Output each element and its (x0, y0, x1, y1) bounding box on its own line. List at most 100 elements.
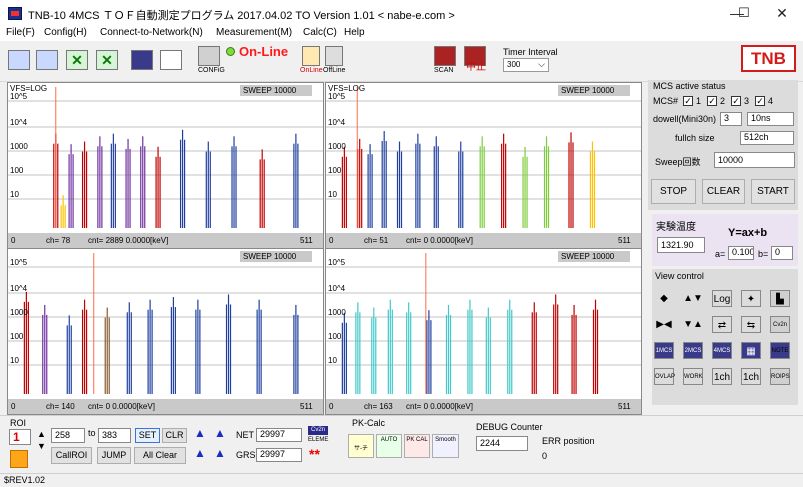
y-axis-label: 10 (10, 356, 19, 365)
status-bar: $REV1.02 (0, 473, 803, 487)
list-icon[interactable] (160, 50, 182, 70)
mcs-checkbox-3[interactable]: ✓ (731, 96, 741, 106)
y-axis-label: 1000 (10, 308, 28, 317)
spectrum-plot-mcs2[interactable]: 10^5 10^4 1000 100 10 VFS=LOG SWEEP 10000 0 ch= … (325, 82, 642, 249)
import-x-icon[interactable]: ✕ (96, 50, 118, 70)
roi-clear-button[interactable]: CLR (162, 428, 187, 443)
prev-channel-icon[interactable]: 1ch (712, 368, 732, 385)
save-file-icon[interactable] (36, 50, 58, 70)
sweep-input[interactable]: 10000 (714, 152, 795, 168)
offline-button-icon[interactable] (325, 46, 343, 66)
peak-left-icon[interactable]: ▲ (192, 426, 208, 444)
spectrum-plot-mcs4[interactable]: 10^5 10^4 1000 100 10 SWEEP 10000 0 ch= 163 cnt=… (325, 248, 642, 415)
peak-prev-icon[interactable]: ▲ (192, 446, 208, 464)
stop-button[interactable]: STOP (651, 179, 696, 204)
dwell-label: dowell(Mini30n) (653, 114, 717, 124)
expand-vertical-icon[interactable]: ▲▼ (683, 290, 703, 307)
channel-readout: ch= 78 (46, 236, 71, 245)
log-scale-icon[interactable]: Log (712, 290, 732, 307)
close-button[interactable]: ✕ (760, 0, 803, 26)
mcs-checkbox-1[interactable]: ✓ (683, 96, 693, 106)
mcs-checkbox-4[interactable]: ✓ (755, 96, 765, 106)
export-x-icon[interactable]: ✕ (66, 50, 88, 70)
roi-number[interactable]: 1 (9, 429, 31, 445)
channel-readout: ch= 163 (364, 402, 393, 411)
roips-icon[interactable]: ROIPS (770, 368, 790, 385)
sweep-count: SWEEP 10000 (558, 85, 630, 96)
count-readout: cnt= 2889 0.0000[keV] (88, 236, 169, 245)
x-axis-max: 511 (300, 402, 313, 411)
online-button-icon[interactable] (302, 46, 320, 66)
call-roi-button[interactable]: CallROI (51, 447, 92, 464)
plot-canvas[interactable] (8, 249, 324, 415)
plot-canvas[interactable] (326, 83, 642, 249)
dwell-input[interactable]: 3 (720, 112, 742, 126)
roi-set-button[interactable]: SET (135, 428, 160, 443)
spectrum-plot-mcs1[interactable]: 10^5 10^4 1000 100 10 VFS=LOG SWEEP 10000 0 ch= … (7, 82, 324, 249)
roi-down-icon[interactable]: ▼ (36, 441, 47, 451)
overlap-icon[interactable]: OVLAP (654, 368, 675, 385)
window-title: TNB-10 4MCS ＴＯＦ自動測定プログラム 2017.04.02 TO V… (28, 10, 455, 22)
plot-footer: 0 ch= 78 cnt= 2889 0.0000[keV] 511 (8, 233, 323, 248)
y-axis-label: 100 (328, 166, 342, 175)
pk-cal-icon[interactable]: PK CAL (404, 434, 430, 458)
menu-calc[interactable]: Calc(C) (303, 27, 337, 38)
plot-canvas[interactable] (326, 249, 642, 415)
work-icon[interactable]: WORK (683, 368, 703, 385)
timer-interval-select[interactable]: 300 (503, 58, 549, 72)
fullch-select[interactable]: 512ch (740, 131, 794, 145)
smooth-icon[interactable]: Smooth (432, 434, 459, 458)
two-mcs-icon[interactable]: 2MCS (683, 342, 703, 359)
shift-right-icon[interactable]: ⇆ (741, 316, 761, 333)
search-peak-icon[interactable]: サ-チ (348, 434, 374, 458)
config-icon[interactable] (198, 46, 220, 66)
shift-left-icon[interactable]: ⇄ (712, 316, 732, 333)
vfs-label: VFS=LOG (328, 84, 366, 93)
coef-b-input[interactable]: 0 (771, 246, 793, 260)
shrink-horizontal-icon[interactable]: ▶◀ (654, 316, 674, 333)
roi-from-input[interactable]: 258 (51, 428, 85, 443)
grs-label: GRS (236, 450, 256, 460)
roi-color-swatch[interactable] (10, 450, 28, 468)
mcs-checkbox-2[interactable]: ✓ (707, 96, 717, 106)
all-clear-button[interactable]: All Clear (134, 447, 186, 464)
menu-file[interactable]: File(F) (6, 27, 35, 38)
timer-interval-label: Timer Interval (503, 47, 558, 57)
next-channel-icon[interactable]: 1ch (741, 368, 761, 385)
cv2n-eleme-icon[interactable]: Cv2n (770, 316, 790, 333)
start-button[interactable]: START (751, 179, 795, 204)
count-readout: cnt= 0 0.0000[keV] (88, 402, 155, 411)
menu-measurement[interactable]: Measurement(M) (216, 27, 292, 38)
mcs-checkbox-4-label: 4 (768, 96, 774, 106)
one-mcs-icon[interactable]: 1MCS (654, 342, 674, 359)
zoom-icon[interactable]: ✦ (741, 290, 761, 307)
roi-up-icon[interactable]: ▲ (36, 429, 47, 439)
auto-peak-icon[interactable]: AUTO (376, 434, 402, 458)
spectrum-plot-mcs3[interactable]: 10^5 10^4 1000 100 10 SWEEP 10000 0 ch= 140 cnt=… (7, 248, 324, 415)
jump-button[interactable]: JUMP (97, 447, 131, 464)
coef-a-input[interactable]: 0.100 (728, 246, 754, 260)
plot-canvas[interactable] (8, 83, 324, 249)
temperature-value[interactable]: 1321.90 (657, 237, 705, 253)
dwell-unit-select[interactable]: 10ns (747, 112, 794, 126)
cv2n-icon[interactable]: Cv2n (308, 426, 328, 435)
peak-right-icon[interactable]: ▲ (212, 426, 228, 444)
menu-config[interactable]: Config(H) (44, 27, 87, 38)
plot-footer: 0 ch= 163 cnt= 0 0.0000[keV] 511 (326, 399, 641, 414)
debug-title: DEBUG Counter (476, 422, 543, 432)
scan-icon[interactable] (434, 46, 456, 66)
clear-button[interactable]: CLEAR (702, 179, 745, 204)
grid-icon[interactable]: ▦ (741, 342, 761, 359)
menu-help[interactable]: Help (344, 27, 365, 38)
chart-icon[interactable]: ▙ (770, 290, 790, 307)
roi-to-input[interactable]: 383 (98, 428, 131, 443)
menu-connect[interactable]: Connect-to-Network(N) (100, 27, 203, 38)
open-file-icon[interactable] (8, 50, 30, 70)
four-mcs-icon[interactable]: 4MCS (712, 342, 732, 359)
shrink-vertical-icon[interactable]: ▼▲ (683, 316, 703, 333)
monitor-icon[interactable] (131, 50, 153, 70)
sweep-count: SWEEP 10000 (240, 85, 312, 96)
peak-next-icon[interactable]: ▲ (212, 446, 228, 464)
expand-horizontal-icon[interactable]: ◆ (654, 290, 674, 307)
note-icon[interactable]: NOTE (770, 342, 790, 359)
